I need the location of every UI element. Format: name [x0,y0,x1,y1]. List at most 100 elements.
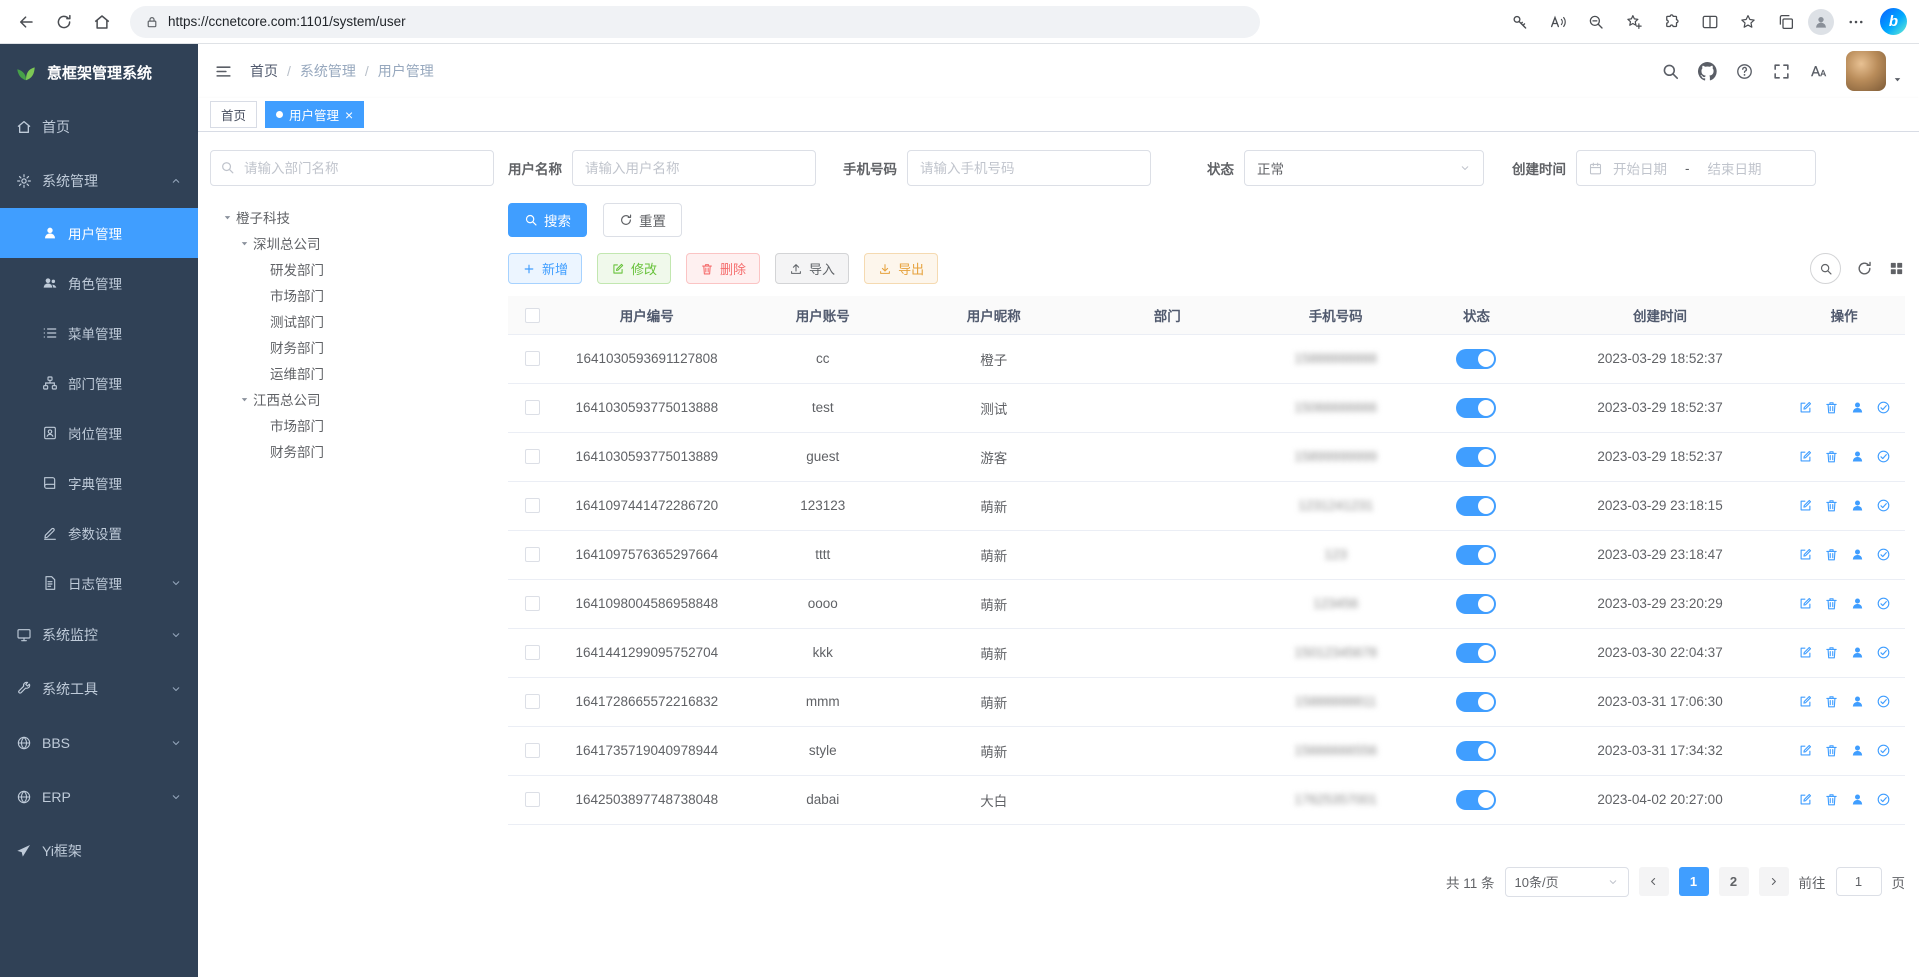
row-edit-icon[interactable] [1798,645,1813,660]
tree-node-4[interactable]: 测试部门 [210,308,494,334]
row-checkbox[interactable] [525,792,540,807]
row-checkbox[interactable] [525,645,540,660]
avatar-caret-down-icon[interactable] [1892,74,1903,85]
row-reset-password-icon[interactable] [1850,645,1865,660]
sidebar-item-system-monitor[interactable]: 系统监控 [0,608,198,662]
sidebar-item-post-mgmt[interactable]: 岗位管理 [0,408,198,458]
browser-profile-avatar[interactable] [1806,4,1836,40]
row-assign-role-icon[interactable] [1876,792,1891,807]
breadcrumb-item[interactable]: 系统管理 [300,61,356,81]
tree-node-5[interactable]: 财务部门 [210,334,494,360]
tree-node-9[interactable]: 财务部门 [210,438,494,464]
tree-node-6[interactable]: 运维部门 [210,360,494,386]
next-page-button[interactable] [1759,867,1789,896]
row-checkbox[interactable] [525,498,540,513]
row-assign-role-icon[interactable] [1876,547,1891,562]
row-edit-icon[interactable] [1798,596,1813,611]
search-button[interactable]: 搜索 [508,203,587,237]
help-icon[interactable] [1727,53,1761,89]
sidebar-item-log-mgmt[interactable]: 日志管理 [0,558,198,608]
sidebar-item-system-tools[interactable]: 系统工具 [0,662,198,716]
row-checkbox[interactable] [525,400,540,415]
row-edit-icon[interactable] [1798,743,1813,758]
header-search-icon[interactable] [1653,53,1687,89]
user-avatar[interactable] [1846,51,1886,91]
row-checkbox[interactable] [525,694,540,709]
row-checkbox[interactable] [525,743,540,758]
prev-page-button[interactable] [1639,867,1669,896]
row-delete-icon[interactable] [1824,547,1839,562]
status-toggle[interactable] [1456,447,1496,467]
add-button[interactable]: 新增 [508,253,582,284]
row-checkbox[interactable] [525,351,540,366]
row-reset-password-icon[interactable] [1850,449,1865,464]
row-edit-icon[interactable] [1798,400,1813,415]
tree-node-7[interactable]: 江西总公司 [210,386,494,412]
tab-user-mgmt[interactable]: 用户管理× [265,101,364,128]
split-screen-icon[interactable] [1692,4,1728,40]
row-delete-icon[interactable] [1824,400,1839,415]
row-edit-icon[interactable] [1798,694,1813,709]
column-settings-icon[interactable] [1888,260,1905,277]
row-reset-password-icon[interactable] [1850,743,1865,758]
status-toggle[interactable] [1456,643,1496,663]
sidebar-item-dict-mgmt[interactable]: 字典管理 [0,458,198,508]
goto-page-input[interactable] [1836,867,1882,896]
phone-input[interactable] [907,150,1151,186]
caret-down-icon[interactable] [235,238,253,249]
collections-icon[interactable] [1768,4,1804,40]
collapse-sidebar-icon[interactable] [206,53,240,89]
favorites-icon[interactable] [1730,4,1766,40]
sidebar-item-dept-mgmt[interactable]: 部门管理 [0,358,198,408]
toggle-search-icon[interactable] [1810,253,1841,284]
status-toggle[interactable] [1456,496,1496,516]
address-bar[interactable]: https://ccnetcore.com:1101/system/user [130,6,1260,38]
status-select[interactable]: 正常 [1244,150,1484,186]
row-reset-password-icon[interactable] [1850,400,1865,415]
browser-refresh-icon[interactable] [46,4,82,40]
row-reset-password-icon[interactable] [1850,498,1865,513]
sidebar-item-menu-mgmt[interactable]: 菜单管理 [0,308,198,358]
row-assign-role-icon[interactable] [1876,400,1891,415]
status-toggle[interactable] [1456,790,1496,810]
password-key-icon[interactable] [1502,4,1538,40]
fullscreen-icon[interactable] [1764,53,1798,89]
extensions-icon[interactable] [1654,4,1690,40]
export-button[interactable]: 导出 [864,253,938,284]
caret-down-icon[interactable] [235,394,253,405]
page-size-select[interactable]: 10条/页 [1505,867,1629,897]
row-checkbox[interactable] [525,449,540,464]
row-assign-role-icon[interactable] [1876,596,1891,611]
github-icon[interactable] [1690,53,1724,89]
page-button-1[interactable]: 1 [1679,867,1709,896]
zoom-out-icon[interactable] [1578,4,1614,40]
row-checkbox[interactable] [525,547,540,562]
browser-home-icon[interactable] [84,4,120,40]
sidebar-item-param-settings[interactable]: 参数设置 [0,508,198,558]
sidebar-item-yi-framework[interactable]: Yi框架 [0,824,198,878]
copilot-icon[interactable]: b [1880,8,1907,35]
page-button-2[interactable]: 2 [1719,867,1749,896]
row-assign-role-icon[interactable] [1876,694,1891,709]
tree-node-3[interactable]: 市场部门 [210,282,494,308]
sidebar-item-role-mgmt[interactable]: 角色管理 [0,258,198,308]
close-icon[interactable]: × [345,108,353,122]
status-toggle[interactable] [1456,594,1496,614]
row-edit-icon[interactable] [1798,449,1813,464]
department-search-input[interactable] [210,150,494,186]
tree-node-8[interactable]: 市场部门 [210,412,494,438]
status-toggle[interactable] [1456,349,1496,369]
back-icon[interactable] [8,4,44,40]
reset-button[interactable]: 重置 [603,203,682,237]
breadcrumb-item[interactable]: 首页 [250,61,278,81]
import-button[interactable]: 导入 [775,253,849,284]
breadcrumb-item[interactable]: 用户管理 [378,61,434,81]
status-toggle[interactable] [1456,692,1496,712]
font-size-icon[interactable] [1801,53,1835,89]
row-delete-icon[interactable] [1824,743,1839,758]
row-delete-icon[interactable] [1824,694,1839,709]
row-assign-role-icon[interactable] [1876,498,1891,513]
row-reset-password-icon[interactable] [1850,694,1865,709]
delete-button[interactable]: 删除 [686,253,760,284]
refresh-table-icon[interactable] [1856,260,1873,277]
